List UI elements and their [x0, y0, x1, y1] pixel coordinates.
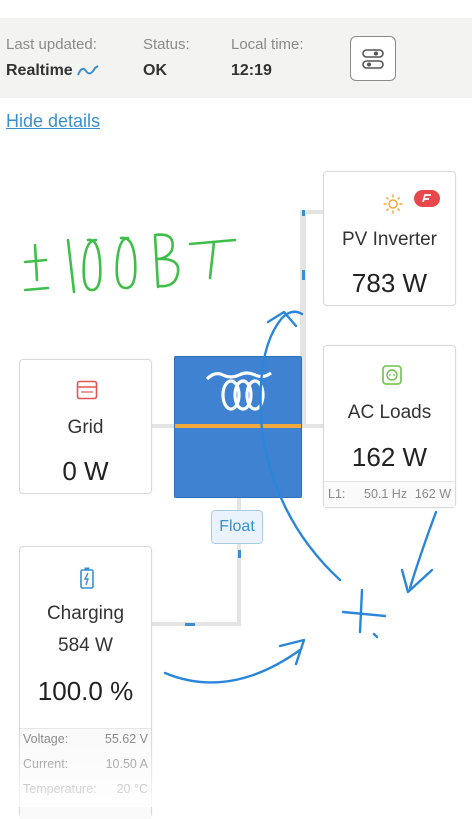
pv-inverter-card[interactable]: PV Inverter 783 W [323, 171, 456, 306]
ac-loads-phase-row: L1: 50.1 Hz 162 W [324, 481, 455, 507]
grid-value: 0 W [62, 456, 109, 486]
last-updated: Last updated: Realtime [6, 36, 99, 80]
battery-details: Voltage: 55.62 V Current: 10.50 A Temper… [20, 728, 151, 819]
battery-detail-row: Current: 10.50 A [20, 757, 151, 782]
battery-detail-row: Temperature: 20 °C [20, 782, 151, 807]
hide-details-link[interactable]: Hide details [6, 111, 100, 132]
phase-frequency: 50.1 Hz [364, 487, 408, 501]
last-updated-label: Last updated: [6, 36, 97, 53]
ac-loads-title: AC Loads [347, 402, 432, 423]
battery-title: Charging [46, 603, 125, 624]
phase-power: 162 W [414, 487, 451, 501]
flow-dot-battery [185, 623, 195, 626]
battery-power: 584 W [58, 635, 113, 656]
battery-soc: 100.0 % [37, 676, 134, 706]
inverter-charger-box[interactable] [174, 356, 302, 498]
grid-title: Grid [67, 417, 104, 438]
battery-card[interactable]: Charging 584 W 100.0 % Voltage: 55.62 V … [19, 546, 152, 819]
pv-inverter-value: 783 W [351, 268, 428, 298]
flow-dot-pv-2 [302, 210, 305, 216]
local-time-label: Local time: [231, 36, 304, 53]
green-handwriting [23, 233, 237, 294]
detail-value: 55.62 V [104, 732, 148, 746]
grid-card[interactable]: Grid 0 W [19, 359, 152, 494]
pv-inverter-title: PV Inverter [341, 229, 438, 250]
detail-label: Current: [23, 757, 69, 771]
detail-label: Temperature: [23, 782, 97, 796]
status-value: OK [143, 62, 167, 79]
toggle-icon [362, 48, 384, 69]
phase-label: L1: [328, 487, 346, 501]
fronius-logo-icon [414, 190, 440, 207]
status-bar: Last updated: Realtime Status: OK Local … [0, 18, 472, 98]
view-toggle-button[interactable] [350, 36, 396, 81]
grid-icon [76, 380, 98, 400]
local-time: Local time: 12:19 [231, 36, 304, 80]
wire-grid [150, 424, 175, 428]
outlet-icon [382, 365, 402, 385]
wire-battery-h [150, 622, 241, 626]
flow-dot-battery-2 [238, 550, 241, 558]
status-label: Status: [143, 36, 190, 53]
battery-icon [80, 567, 94, 589]
detail-value: 20 °C [116, 782, 148, 796]
wire-loads [300, 424, 324, 428]
inverter-state-badge: Float [211, 510, 263, 544]
ac-loads-card[interactable]: AC Loads 162 W L1: 50.1 Hz 162 W [323, 345, 456, 508]
detail-label: Voltage: [23, 732, 69, 746]
victron-logo-icon [205, 371, 272, 411]
inverter-status-bar [175, 424, 301, 428]
realtime-wave-icon [76, 65, 99, 76]
flow-dot-pv [302, 270, 305, 280]
sun-icon [383, 194, 403, 214]
local-time-value: 12:19 [231, 62, 272, 79]
ac-loads-value: 162 W [351, 442, 428, 472]
status: Status: OK [143, 36, 190, 80]
detail-value: 10.50 A [105, 757, 148, 771]
battery-detail-row: Voltage: 55.62 V [20, 732, 151, 757]
last-updated-value: Realtime [6, 62, 73, 79]
